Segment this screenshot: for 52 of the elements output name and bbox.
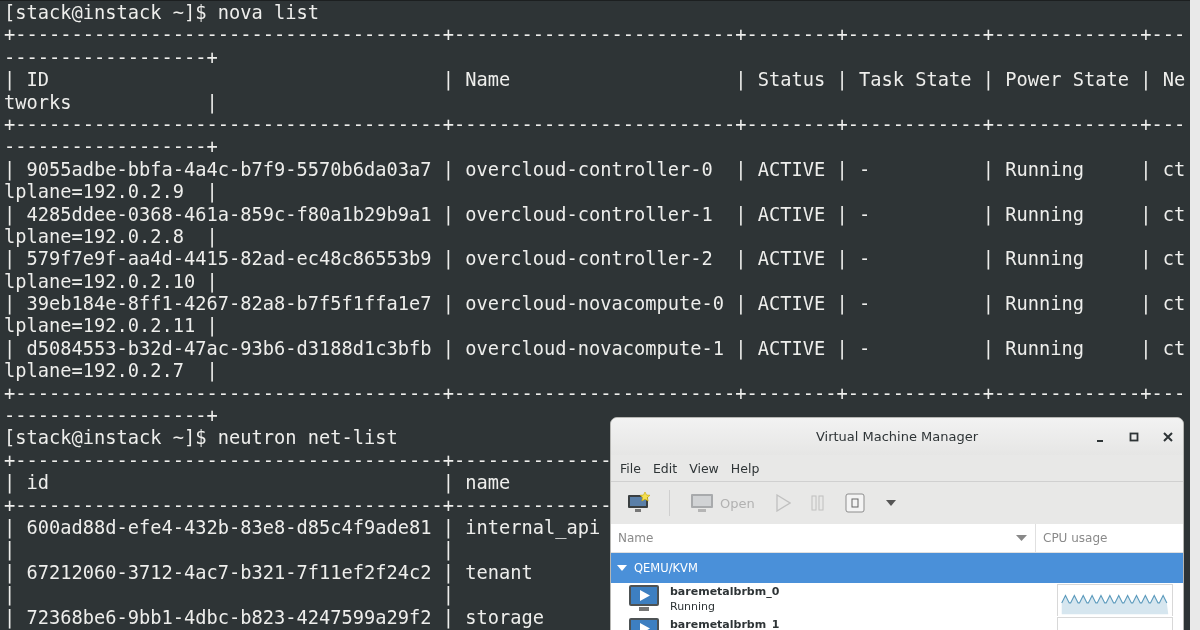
play-icon	[774, 494, 791, 512]
close-icon	[1163, 431, 1173, 442]
terminal-line: | 67212060-3712-4ac7-b321-7f11ef2f24c2 | tenant	[4, 561, 533, 585]
terminal-line: ------------------+	[4, 405, 218, 428]
terminal-line: | |	[4, 584, 455, 607]
close-button[interactable]	[1161, 429, 1175, 444]
terminal-line: +--------------------------------------+--------------	[4, 494, 612, 517]
vm-status: Running	[670, 600, 717, 613]
column-header[interactable]: Name	[611, 524, 1036, 552]
menu-item[interactable]: View	[683, 458, 725, 478]
sort-caret-icon	[1016, 534, 1027, 542]
new-vm-icon	[627, 492, 651, 514]
terminal-line: | 600ad88d-efe4-432b-83e8-d85c4f9ade81 | internal_api	[4, 517, 601, 540]
monitor-icon	[690, 493, 714, 513]
terminal-line: lplane=192.0.2.8 |	[4, 225, 218, 249]
terminal-line: +--------------------------------------+--------------	[4, 449, 612, 473]
terminal-line: lplane=192.0.2.9 |	[4, 181, 218, 204]
terminal-line: +--------------------------------------+-------------------------+--------+------------+-------------+---	[4, 382, 1186, 406]
window-title: Virtual Machine Manager	[815, 429, 979, 444]
menu-item[interactable]: Help	[724, 458, 766, 478]
terminal-line: +--------------------------------------+-------------------------+--------+------------+-------------+---	[4, 113, 1186, 137]
terminal-line: lplane=192.0.2.11 |	[4, 315, 218, 338]
terminal-line: lplane=192.0.2.10 |	[4, 270, 218, 294]
terminal-line: | |	[4, 539, 455, 562]
maximize-icon	[1129, 431, 1139, 442]
minimize-icon	[1097, 439, 1103, 442]
terminal-line: tworks |	[4, 91, 218, 114]
terminal-line: lplane=192.0.2.7 |	[4, 360, 218, 383]
terminal-line: | d5084553-b32d-47ac-93b6-d3188d1c3bfb | overcloud-novacompute-1 | ACTIVE | - | Running | ct	[4, 337, 1186, 361]
pause-icon	[810, 495, 825, 511]
vm-name: baremetalbrbm_1	[670, 618, 781, 630]
expanded-arrow-icon[interactable]	[617, 563, 627, 573]
terminal-line: [stack@instack ~]$ nova list	[4, 2, 320, 25]
terminal-line: | 9055adbe-bbfa-4a4c-b7f9-5570b6da03a7 | overcloud-controller-0 | ACTIVE | - | Running | ct	[4, 158, 1186, 182]
terminal-line: | id | name	[4, 472, 511, 495]
connection-label: QEMU/KVM	[634, 561, 698, 575]
menu-item[interactable]: Edit	[646, 458, 684, 478]
vm-running-icon	[628, 584, 660, 612]
terminal-line: ------------------+	[4, 46, 218, 70]
terminal-line: [stack@instack ~]$ neutron net-list	[4, 427, 398, 450]
terminal-line: | ID | Name | Status | Task State | Power State | Ne	[4, 69, 1186, 92]
terminal-line: | 72368be6-9bb1-4dbc-b823-4247599a29f2 | storage	[4, 606, 545, 629]
menu-item[interactable]: File	[614, 458, 647, 478]
terminal-line: +--------------------------------------+-------------------------+--------+------------+-------------+---	[4, 24, 1186, 47]
terminal-line: ------------------+	[4, 136, 218, 159]
terminal-line: | 39eb184e-8ff1-4267-82a8-b7f5f1ffa1e7 | overcloud-novacompute-0 | ACTIVE | - | Running | ct	[4, 293, 1186, 316]
vm-name: baremetalbrbm_0	[670, 585, 781, 598]
terminal-line: | 4285ddee-0368-461a-859c-f80a1b29b9a1 | overcloud-controller-1 | ACTIVE | - | Running | ct	[4, 203, 1186, 226]
power-button-icon	[844, 493, 865, 513]
column-header[interactable]: CPU usage	[1036, 524, 1183, 552]
terminal-line: | 579f7e9f-aa4d-4415-82ad-ec48c86553b9 | overcloud-controller-2 | ACTIVE | - | Running | ct	[4, 248, 1186, 271]
caret-icon	[884, 499, 897, 507]
